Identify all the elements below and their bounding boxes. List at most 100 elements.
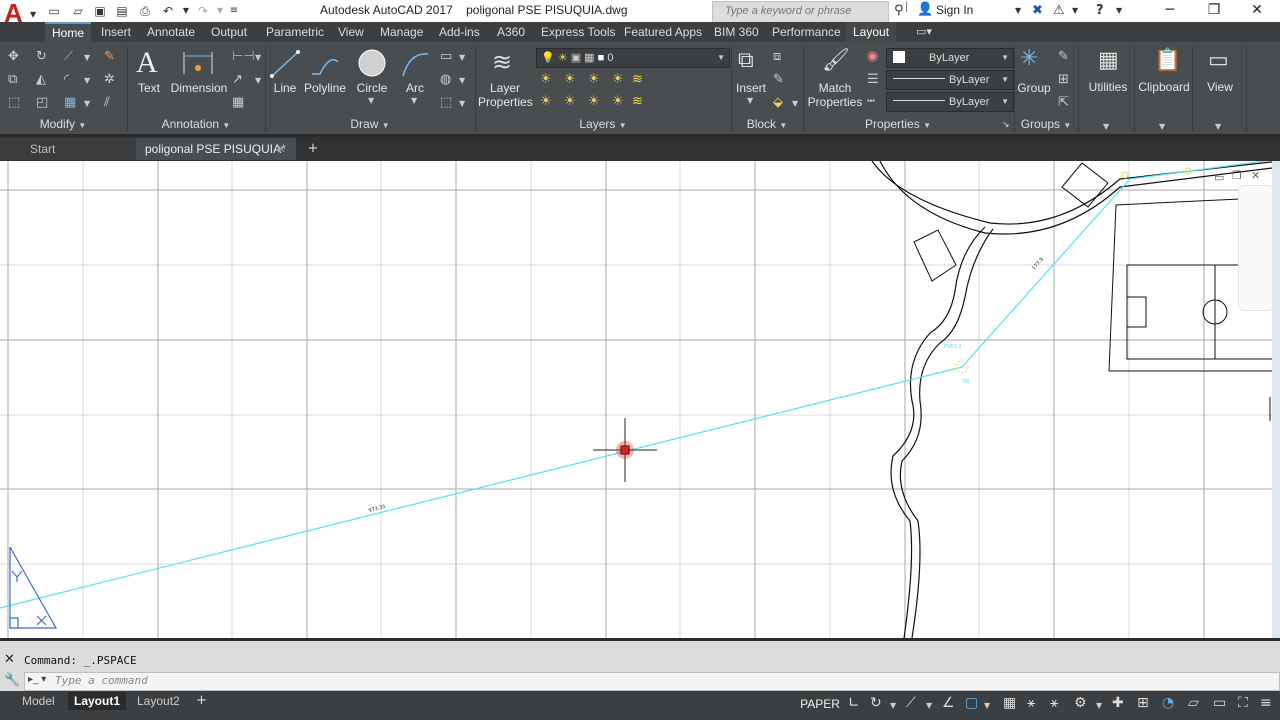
layer-dropdown[interactable]: 💡 ☀ ▣ ▦ ■ 0 ▼ <box>536 48 730 68</box>
object-snap-dropdown-icon[interactable]: ▼ <box>984 701 990 710</box>
grid-snap-icon[interactable]: ∟ <box>848 695 860 711</box>
layer-unisolate-icon[interactable]: ☀ <box>564 94 576 109</box>
scale-icon[interactable]: ◰ <box>36 95 48 110</box>
new-file-icon[interactable]: ▭ <box>46 3 62 19</box>
binoculars-icon[interactable]: ⚲ <box>894 3 904 18</box>
a360-dropdown-icon[interactable]: ▼ <box>1072 6 1078 15</box>
ribbon-minimize-icon[interactable]: ▭▾ <box>916 25 932 38</box>
exchange-apps-icon[interactable]: ✖ <box>1032 3 1043 18</box>
autodesk-a360-icon[interactable]: ⚠ <box>1053 3 1065 18</box>
command-input[interactable]: Type a command <box>24 672 1280 691</box>
minimize-button[interactable]: ─ <box>1150 2 1190 18</box>
copy-icon[interactable]: ⧉ <box>8 72 17 87</box>
viewport-close-icon[interactable]: ✕ <box>1251 169 1260 182</box>
plot-icon[interactable]: ⎙ <box>137 3 153 19</box>
view-button[interactable]: ▭ View ▼ <box>1194 46 1246 132</box>
clipboard-button[interactable]: 📋 Clipboard ▼ <box>1136 46 1192 132</box>
clipboard-dropdown-icon[interactable]: ▼ <box>1159 122 1165 131</box>
erase-icon[interactable]: ✎ <box>104 49 115 64</box>
layout-tab-layout1[interactable]: Layout1 <box>68 692 127 710</box>
rectangle-dropdown-icon[interactable]: ▼ <box>459 53 465 62</box>
units-icon[interactable]: ⊞ <box>1137 695 1149 711</box>
add-layout-button[interactable]: + <box>196 693 207 708</box>
linear-dimension-icon[interactable]: ⊢⊣ <box>232 49 255 64</box>
polar-dropdown-icon[interactable]: ▼ <box>926 701 932 710</box>
hardware-acceleration-icon[interactable]: ◔ <box>1162 695 1174 711</box>
drawing-svg[interactable]: 973.35 177.9 PSE2-2 P8 <box>0 161 1280 638</box>
drawing-canvas[interactable]: 973.35 177.9 PSE2-2 P8 ▭ ❐ ✕ <box>0 161 1280 638</box>
table-icon[interactable]: ▦ <box>232 95 244 110</box>
circle-button[interactable]: Circle ▼ <box>352 46 392 106</box>
open-file-icon[interactable]: ▱ <box>70 3 86 19</box>
utilities-button[interactable]: ▦ Utilities ▼ <box>1082 46 1134 132</box>
layer-freeze-icon[interactable]: ☀ <box>588 72 600 87</box>
restore-button[interactable]: ❐ <box>1194 2 1234 18</box>
help-dropdown-icon[interactable]: ▼ <box>1116 6 1122 15</box>
match-properties-button[interactable]: 🖌 Match Properties <box>806 46 864 110</box>
tab-express-tools[interactable]: Express Tools <box>534 22 622 42</box>
group-button[interactable]: ✳ Group <box>1016 46 1052 110</box>
circle-dropdown-icon[interactable]: ▼ <box>368 96 374 105</box>
edit-attributes-icon[interactable]: ⬙ <box>773 95 783 110</box>
tab-performance[interactable]: Performance <box>765 22 848 42</box>
dimension-button[interactable]: Dimension <box>170 46 228 102</box>
move-icon[interactable]: ✥ <box>8 49 19 64</box>
view-dropdown-icon[interactable]: ▼ <box>1215 122 1221 131</box>
line-button[interactable]: Line <box>268 46 302 102</box>
lineweight-toggle-icon[interactable]: ▦ <box>1003 695 1016 711</box>
layer-off-icon[interactable]: ☀ <box>540 72 552 87</box>
fillet-icon[interactable]: ◜ <box>64 72 69 87</box>
explode-icon[interactable]: ✲ <box>104 72 115 87</box>
viewport-minimize-icon[interactable]: ▭ <box>1214 171 1224 184</box>
layer-properties-button[interactable]: ≋ Layer Properties <box>478 46 533 110</box>
workspace-dropdown-icon[interactable]: ▼ <box>1096 701 1102 710</box>
annotation-monitor-icon[interactable]: ✚ <box>1112 695 1124 711</box>
layer-thaw-icon[interactable]: ☀ <box>588 94 600 109</box>
properties-dialog-launcher-icon[interactable]: ↘ <box>1002 120 1010 130</box>
viewport-restore-icon[interactable]: ❐ <box>1232 169 1242 182</box>
panel-title-modify[interactable]: Modify ▼ <box>0 116 126 132</box>
fullscreen-icon[interactable]: ⛶ <box>1238 695 1248 711</box>
panel-title-annotation[interactable]: Annotation ▼ <box>128 116 264 132</box>
recent-commands-icon[interactable]: ▸_ ▾ <box>28 674 46 685</box>
survey-point-marker-2[interactable] <box>1121 171 1129 179</box>
close-window-button[interactable]: ✕ <box>1237 2 1277 18</box>
stretch-icon[interactable]: ⬚ <box>8 95 20 110</box>
arc-button[interactable]: Arc ▼ <box>398 46 432 106</box>
arc-dropdown-icon[interactable]: ▼ <box>411 96 417 105</box>
leader-icon[interactable]: ↗ <box>232 72 243 87</box>
clean-screen-icon[interactable]: ▭ <box>1213 695 1226 711</box>
lineweight-dropdown[interactable]: ByLayer ▼ <box>886 70 1014 90</box>
tab-bim-360[interactable]: BIM 360 <box>707 22 766 42</box>
tab-annotate[interactable]: Annotate <box>140 22 202 42</box>
layer-match-icon[interactable]: ≋ <box>632 72 643 87</box>
isolate-objects-icon[interactable]: ▱ <box>1188 695 1199 711</box>
polyline-button[interactable]: Polyline <box>302 46 348 102</box>
workspace-gear-icon[interactable]: ⚙ <box>1074 695 1087 711</box>
hatch-dropdown-icon[interactable]: ▼ <box>459 76 465 85</box>
panel-title-groups[interactable]: Groups ▼ <box>1015 116 1077 132</box>
tab-view[interactable]: View <box>331 22 371 42</box>
customize-command-line-icon[interactable]: 🔧 <box>4 673 20 688</box>
layout-tab-layout2[interactable]: Layout2 <box>131 692 186 710</box>
object-snap-icon[interactable]: ▢ <box>965 695 978 711</box>
mirror-icon[interactable]: ◭ <box>36 72 46 87</box>
layout-tab-model[interactable]: Model <box>16 692 61 710</box>
sign-in-dropdown-icon[interactable]: ▼ <box>1015 6 1021 15</box>
tab-insert[interactable]: Insert <box>94 22 138 42</box>
customize-status-icon[interactable]: ≡ <box>1260 695 1272 711</box>
block-more-dropdown-icon[interactable]: ▼ <box>792 99 798 108</box>
linear-dimension-dropdown-icon[interactable]: ▼ <box>255 53 261 62</box>
layer-on-icon[interactable]: ☀ <box>540 94 552 109</box>
text-button[interactable]: A Text <box>134 46 164 102</box>
annotation-visibility-icon[interactable]: ⚹ <box>1050 695 1058 711</box>
polar-tracking-icon[interactable]: ⟋ <box>906 695 916 711</box>
undo-dropdown-icon[interactable]: ▼ <box>178 3 194 19</box>
tab-home[interactable]: Home <box>45 22 92 42</box>
close-tab-icon[interactable]: ✕ <box>276 138 286 160</box>
save-icon[interactable]: ▣ <box>92 3 108 19</box>
edit-block-icon[interactable]: ✎ <box>773 72 784 87</box>
color-dropdown[interactable]: ByLayer ▼ <box>886 48 1014 68</box>
navigation-bar[interactable] <box>1238 185 1274 311</box>
tab-manage[interactable]: Manage <box>373 22 430 42</box>
